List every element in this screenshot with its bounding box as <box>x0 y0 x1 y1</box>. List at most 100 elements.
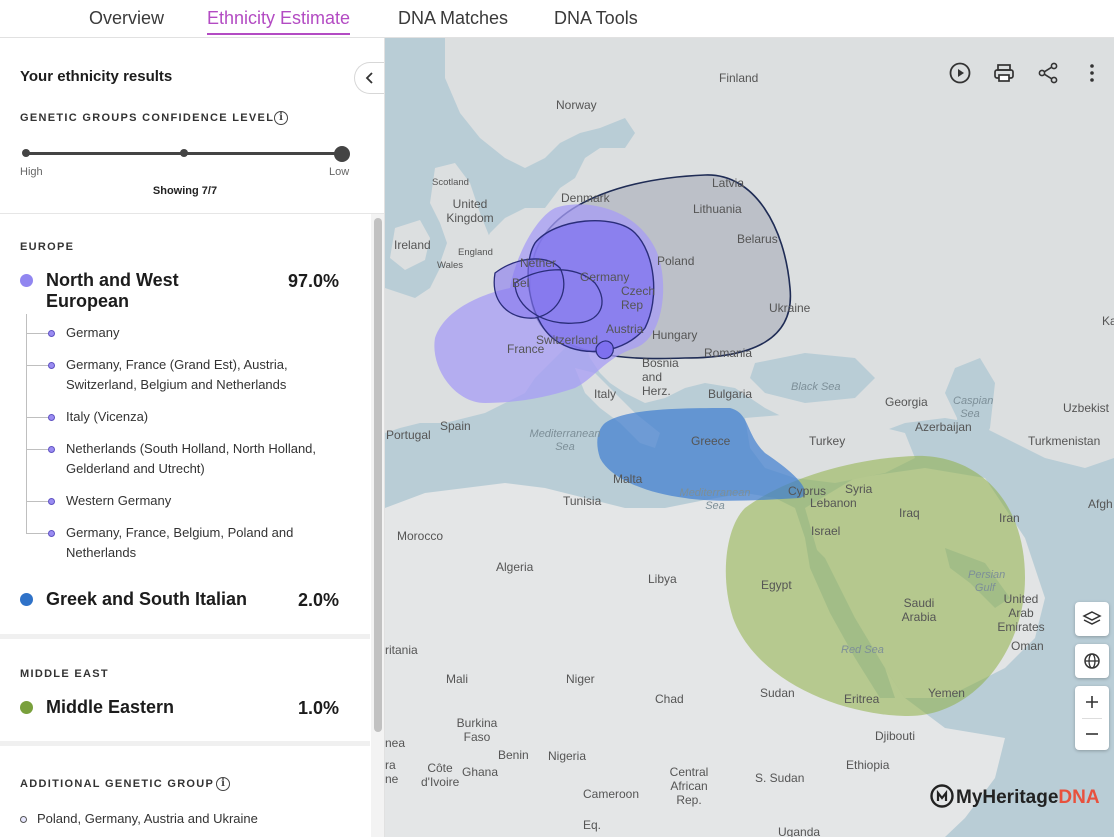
ethnicity-name: Greek and South Italian <box>46 589 248 609</box>
ethnicity-percent: 1.0% <box>297 698 339 718</box>
map-label-country: Ghana <box>462 765 499 779</box>
showing-count: Showing 7/7 <box>152 185 218 197</box>
zoom-out-button[interactable] <box>1075 718 1109 750</box>
slider-stop-mid[interactable] <box>180 149 188 157</box>
map-label-country: United Kingdom <box>446 197 494 225</box>
zoom-controls <box>1075 686 1109 750</box>
map-label-country: Niger <box>566 672 595 686</box>
map-label-country: Ireland <box>394 238 431 252</box>
map-label-country: Latvia <box>712 176 745 190</box>
map-label-country: Ethiopia <box>846 758 890 772</box>
map-label-country: Saudi Arabia <box>901 596 937 624</box>
map-label-sea: Persian Gulf <box>968 569 1006 594</box>
map-label-country: Nigeria <box>548 749 587 763</box>
map-label-country: nea <box>385 736 406 750</box>
print-button[interactable] <box>992 61 1016 90</box>
plus-icon <box>1086 696 1098 708</box>
map-label-country: Tunisia <box>563 494 602 508</box>
subgroup-label: Germany <box>66 325 120 340</box>
map-label-country: Czech Rep <box>621 284 656 312</box>
map-label-country: Cameroon <box>583 787 640 801</box>
share-button[interactable] <box>1036 61 1060 90</box>
zoom-in-button[interactable] <box>1075 686 1109 718</box>
map-label-country: ritania <box>385 643 418 657</box>
subgroup-dot <box>48 330 55 337</box>
confidence-slider-thumb[interactable] <box>334 146 350 162</box>
map-label-country: Finland <box>719 71 759 85</box>
play-icon <box>949 62 971 84</box>
map-label-country: Libya <box>648 572 677 586</box>
info-icon[interactable]: i <box>274 111 288 125</box>
subgroup-dot <box>48 414 55 421</box>
globe-button[interactable] <box>1075 644 1109 678</box>
tab-overview[interactable]: Overview <box>89 0 164 37</box>
map-label-country: Iran <box>999 511 1020 525</box>
printer-icon <box>994 64 1014 82</box>
subgroup-dot <box>48 498 55 505</box>
map-label-country: Egypt <box>761 578 792 592</box>
map-label-country: Afgh <box>1088 497 1113 511</box>
results-list[interactable]: EUROPE North and West European 97.0% Ger… <box>0 214 370 837</box>
subgroup-label: Germany, France, Belgium, Poland and Net… <box>66 525 294 560</box>
map-label-country: Romania <box>704 346 753 360</box>
map-label-country: Sudan <box>760 686 795 700</box>
layers-button[interactable] <box>1075 602 1109 636</box>
map-label-country: Denmark <box>561 191 610 205</box>
map-label-country: Uzbekist <box>1063 401 1110 415</box>
scrollbar-thumb[interactable] <box>374 218 382 732</box>
map-label-country: United Arab Emirates <box>997 592 1045 634</box>
map-label-country: Lebanon <box>810 496 857 510</box>
map-label-country: Burkina Faso <box>456 716 498 744</box>
map-label-sea: Mediterranean Sea <box>679 487 751 512</box>
map-label-country: Djibouti <box>875 729 916 743</box>
additional-group-dot <box>20 816 27 823</box>
ethnicity-percent: 97.0% <box>287 271 339 291</box>
collapse-panel-button[interactable] <box>354 62 384 94</box>
map-label-country: Belarus <box>737 232 778 246</box>
subgroup-label: Germany, France (Grand Est), Austria, Sw… <box>66 357 288 392</box>
ethnicity-percent: 2.0% <box>297 590 339 610</box>
map-label-country: Algeria <box>496 560 534 574</box>
map-label-country: Portugal <box>386 428 431 442</box>
ethnicity-color-dot <box>20 701 33 714</box>
chevron-left-icon <box>365 72 373 84</box>
map-label-country: Germany <box>580 270 630 284</box>
map-label-country: Yemen <box>928 686 965 700</box>
map-label-sea: Mediterranean Sea <box>529 428 601 453</box>
info-icon[interactable]: i <box>216 777 230 791</box>
map-label-country: Georgia <box>885 395 928 409</box>
map-label-country: Bosnia and Herz. <box>642 356 679 398</box>
map-label-country: Azerbaijan <box>915 420 972 434</box>
ethnicity-panel: Your ethnicity results GENETIC GROUPS CO… <box>0 38 385 837</box>
map-label-country: Benin <box>498 748 529 762</box>
map-label-country: Hungary <box>652 328 698 342</box>
myheritage-logo-icon <box>930 784 954 808</box>
map-label-region: Scotland <box>432 177 469 188</box>
tab-ethnicity-estimate[interactable]: Ethnicity Estimate <box>207 0 351 37</box>
section-additional: ADDITIONAL GENETIC GROUP i Poland, Germa… <box>0 746 370 837</box>
map-label-country: Côte d'Ivoire <box>421 761 460 789</box>
ethnicity-color-dot <box>20 593 33 606</box>
map-label-country: Uganda <box>778 825 821 837</box>
minus-icon <box>1086 733 1098 735</box>
map-label-country: S. Sudan <box>755 771 805 785</box>
map-label-country: Bulgaria <box>708 387 753 401</box>
tab-dna-matches[interactable]: DNA Matches <box>398 0 508 37</box>
map-label-country: Spain <box>440 419 471 433</box>
slider-high-label: High <box>20 166 43 178</box>
map-label-country: Malta <box>613 472 643 486</box>
subgroup-dot <box>48 530 55 537</box>
region-title-middle-east: MIDDLE EAST <box>20 668 109 680</box>
play-button[interactable] <box>948 61 972 90</box>
map-label-country: Mali <box>446 672 469 686</box>
slider-stop-high[interactable] <box>22 149 30 157</box>
ethnicity-map[interactable]: Finland Norway Latvia Lithuania Denmark … <box>385 38 1114 837</box>
section-middle-east: MIDDLE EAST Middle Eastern 1.0% <box>0 639 370 741</box>
slider-low-label: Low <box>329 166 350 178</box>
logo-brand: MyHeritage <box>956 787 1059 808</box>
more-options-button[interactable] <box>1082 61 1102 90</box>
logo-dna: DNA <box>1058 787 1100 808</box>
map-label-country: ra ne <box>385 758 399 786</box>
tab-dna-tools[interactable]: DNA Tools <box>554 0 638 37</box>
map-label-country: Eq. <box>583 818 602 832</box>
